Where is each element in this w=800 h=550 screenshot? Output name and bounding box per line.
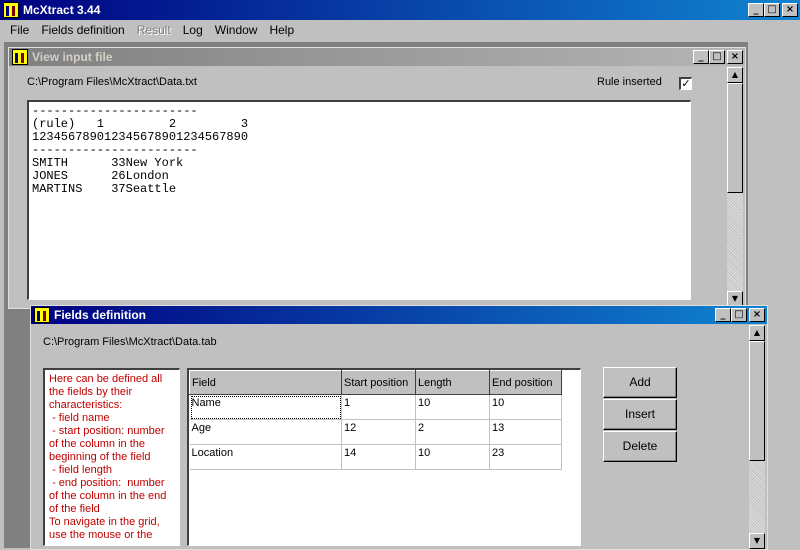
delete-button[interactable]: Delete — [603, 431, 677, 462]
app-icon[interactable] — [3, 2, 19, 18]
fields-definition-window-icon[interactable] — [34, 307, 50, 323]
view-input-title-bar[interactable]: View input file _ □ × — [9, 48, 745, 66]
grid-cell[interactable]: 13 — [489, 419, 562, 445]
menu-bar: File Fields definition Result Log Window… — [0, 20, 800, 40]
menu-result: Result — [136, 23, 171, 37]
view-input-minimize-button[interactable]: _ — [693, 50, 709, 64]
column-header-start-position[interactable]: Start position — [341, 370, 416, 395]
menu-help[interactable]: Help — [263, 23, 300, 37]
help-text-box: Here can be defined all the fields by th… — [43, 368, 180, 546]
input-file-path: C:\Program Files\McXtract\Data.txt — [27, 76, 197, 88]
view-input-window: View input file _ □ × C:\Program Files\M… — [8, 47, 746, 309]
input-file-content[interactable]: ----------------------- (rule) 1 2 3 123… — [27, 100, 691, 300]
table-row: Location 14 10 23 — [189, 444, 562, 470]
insert-button[interactable]: Insert — [603, 399, 677, 430]
fields-definition-title: Fields definition — [54, 308, 146, 322]
grid-cell[interactable]: Age — [189, 419, 342, 445]
scroll-up-button[interactable]: ▲ — [727, 67, 743, 83]
main-title-bar[interactable]: McXtract 3.44 _ □ × — [0, 0, 800, 20]
grid-cell[interactable]: 1 — [341, 394, 416, 420]
grid-header-row: Field Start position Length End position — [189, 370, 562, 395]
grid-cell[interactable]: 10 — [489, 394, 562, 420]
column-header-length[interactable]: Length — [415, 370, 490, 395]
tab-file-path: C:\Program Files\McXtract\Data.tab — [43, 336, 217, 348]
fields-scroll-down-button[interactable]: ▼ — [749, 533, 765, 549]
menu-log[interactable]: Log — [177, 23, 209, 37]
grid-cell[interactable]: 23 — [489, 444, 562, 470]
grid-cell[interactable]: 2 — [415, 419, 490, 445]
view-input-close-button[interactable]: × — [727, 50, 743, 64]
menu-fields-definition[interactable]: Fields definition — [35, 23, 130, 37]
fields-maximize-button[interactable]: □ — [731, 308, 747, 322]
fields-scroll-thumb[interactable] — [749, 341, 765, 461]
grid-cell[interactable]: Name — [189, 394, 342, 420]
fields-scroll-up-button[interactable]: ▲ — [749, 325, 765, 341]
minimize-button[interactable]: _ — [748, 3, 764, 17]
table-row: Age 12 2 13 — [189, 419, 562, 445]
fields-minimize-button[interactable]: _ — [715, 308, 731, 322]
fields-definition-title-bar[interactable]: Fields definition _ □ × — [31, 306, 767, 324]
grid-cell[interactable]: 10 — [415, 394, 490, 420]
fields-close-button[interactable]: × — [749, 308, 765, 322]
table-row: Name 1 10 10 — [189, 394, 562, 420]
scroll-thumb[interactable] — [727, 83, 743, 193]
view-input-maximize-button[interactable]: □ — [709, 50, 725, 64]
column-header-end-position[interactable]: End position — [489, 370, 562, 395]
grid-cell[interactable]: 10 — [415, 444, 490, 470]
rule-inserted-label: Rule inserted — [597, 76, 662, 88]
app-title: McXtract 3.44 — [23, 3, 101, 17]
fields-definition-window: Fields definition _ □ × C:\Program Files… — [30, 305, 768, 550]
menu-window[interactable]: Window — [209, 23, 264, 37]
maximize-button[interactable]: □ — [764, 3, 780, 17]
rule-inserted-checkbox[interactable]: ✓ — [679, 77, 692, 90]
view-input-title: View input file — [32, 50, 113, 64]
grid-cell[interactable]: 12 — [341, 419, 416, 445]
grid-cell[interactable]: Location — [189, 444, 342, 470]
column-header-field[interactable]: Field — [189, 370, 342, 395]
view-input-window-icon[interactable] — [12, 49, 28, 65]
menu-file[interactable]: File — [4, 23, 35, 37]
close-button[interactable]: × — [782, 3, 798, 17]
view-input-scrollbar[interactable]: ▲ ▼ — [727, 67, 743, 307]
add-button[interactable]: Add — [603, 367, 677, 398]
grid-cell[interactable]: 14 — [341, 444, 416, 470]
fields-scrollbar[interactable]: ▲ ▼ — [749, 325, 765, 549]
fields-grid[interactable]: Field Start position Length End position… — [187, 368, 581, 546]
